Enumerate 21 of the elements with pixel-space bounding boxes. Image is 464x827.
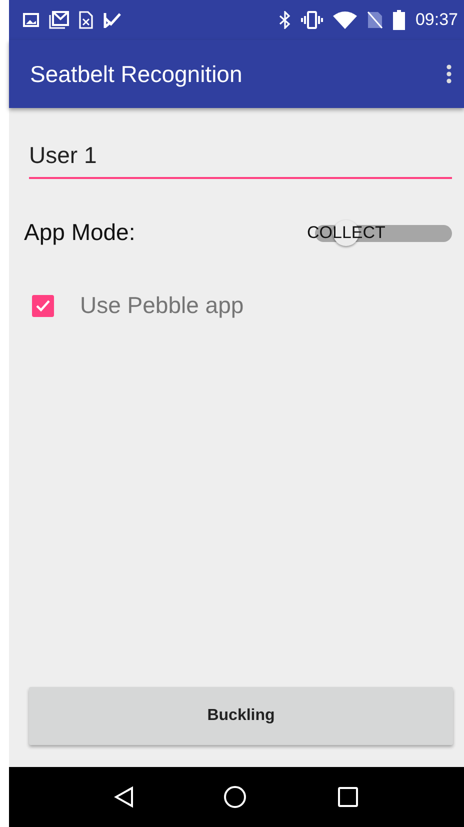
mail-icon — [49, 11, 69, 29]
vibrate-icon — [301, 11, 324, 29]
buckling-button[interactable]: Buckling — [29, 687, 453, 745]
user-name-field[interactable]: User 1 — [29, 138, 452, 179]
wifi-icon — [333, 11, 358, 29]
battery-icon — [393, 10, 406, 30]
app-mode-label: App Mode: — [24, 219, 136, 246]
app-title: Seatbelt Recognition — [30, 60, 244, 88]
clock-time: 09:37 — [415, 10, 458, 30]
bluetooth-icon — [279, 11, 292, 29]
home-icon[interactable] — [223, 785, 248, 809]
checkbox-label: Use Pebble app — [80, 292, 244, 319]
checkbox[interactable] — [32, 294, 54, 316]
checkmark-icon — [103, 12, 121, 28]
no-sim-icon — [367, 11, 384, 29]
back-icon[interactable] — [114, 786, 134, 808]
overflow-menu-icon[interactable] — [446, 64, 452, 84]
file-icon — [79, 11, 93, 29]
checkmark-icon — [35, 298, 51, 312]
recents-icon[interactable] — [337, 786, 360, 808]
image-icon — [23, 13, 39, 27]
